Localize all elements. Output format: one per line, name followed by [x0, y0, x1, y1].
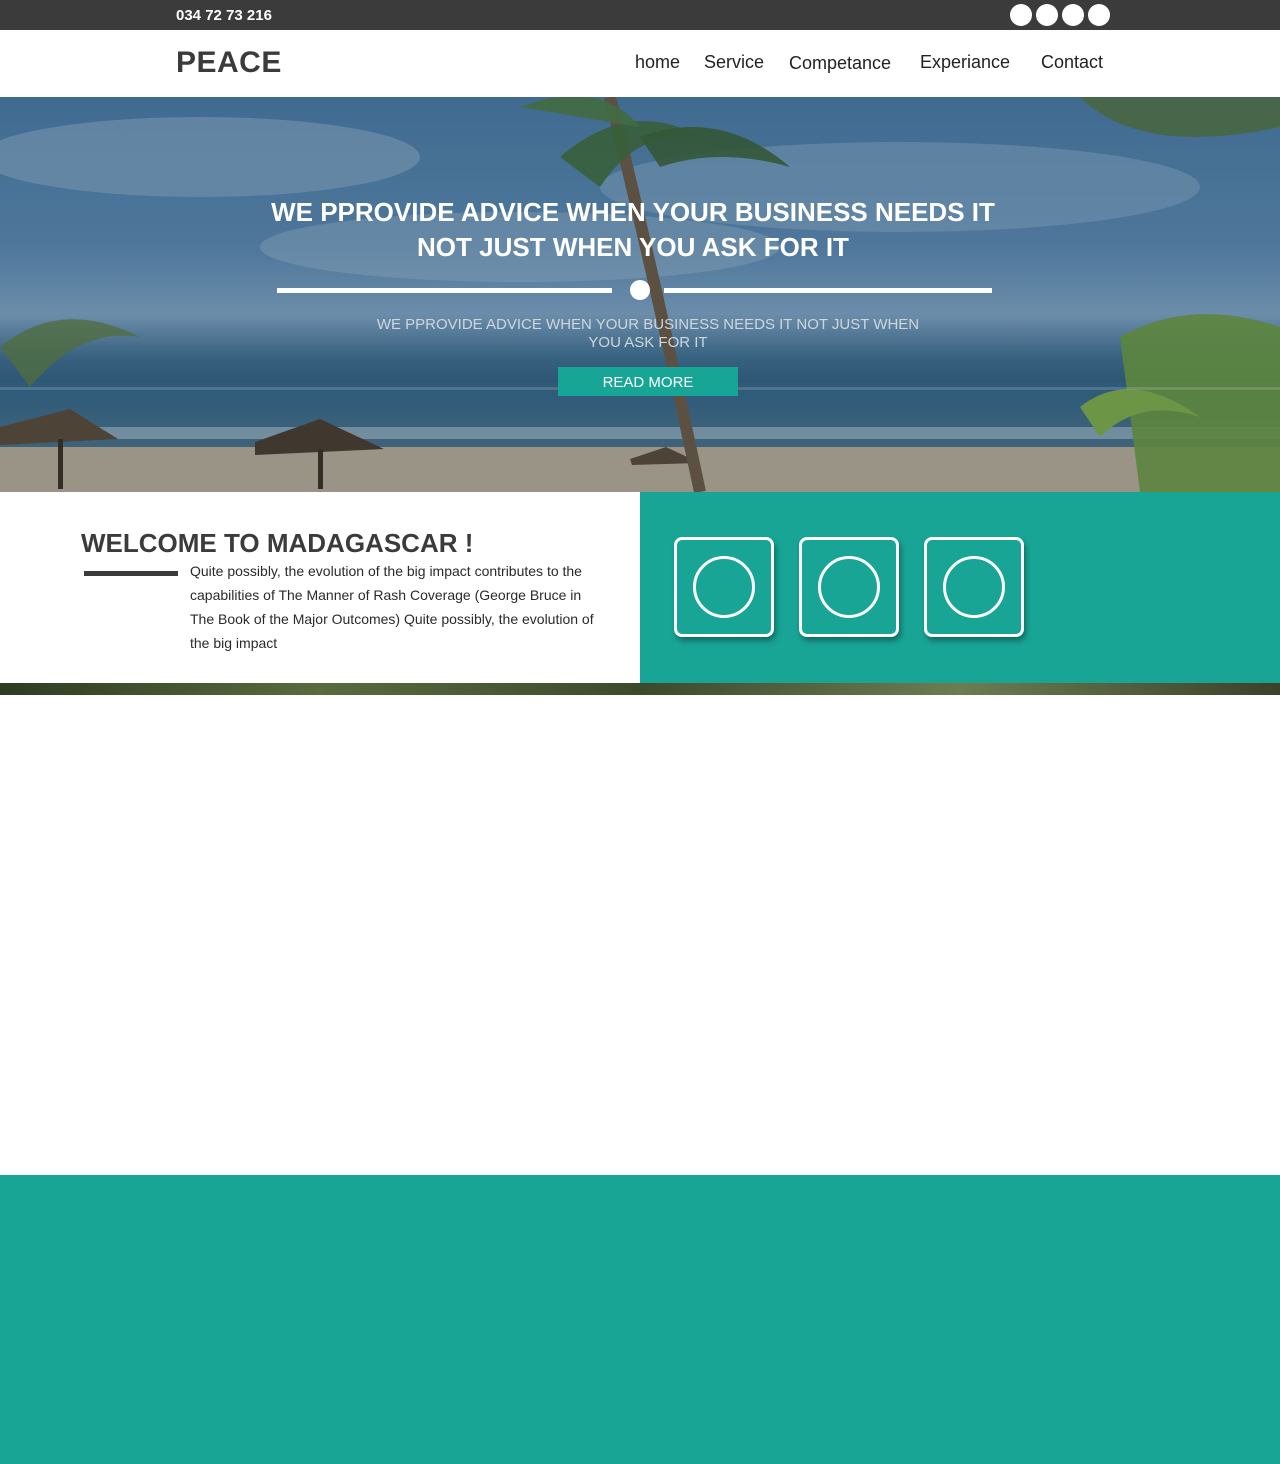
social-icon-2[interactable] [1036, 4, 1058, 26]
site-logo[interactable]: PEACE [176, 46, 282, 80]
social-icon-4[interactable] [1088, 4, 1110, 26]
circle-icon [818, 556, 880, 618]
welcome-title-underline [84, 571, 178, 576]
hero-title: WE PPROVIDE ADVICE WHEN YOUR BUSINESS NE… [240, 195, 1026, 265]
hero-divider-left [277, 288, 612, 293]
welcome-text: Quite possibly, the evolution of the big… [190, 563, 594, 651]
site-header: PEACE home Service Competance Experiance… [0, 30, 1280, 97]
read-more-button[interactable]: READ MORE [558, 367, 738, 396]
hero-title-line-1: WE PPROVIDE ADVICE WHEN YOUR BUSINESS NE… [271, 197, 995, 227]
hero-banner: WE PPROVIDE ADVICE WHEN YOUR BUSINESS NE… [0, 97, 1280, 492]
nav-experiance[interactable]: Experiance [920, 52, 1010, 73]
circle-icon [693, 556, 755, 618]
footer-section [0, 1175, 1280, 1464]
circle-icon [943, 556, 1005, 618]
nav-competance[interactable]: Competance [789, 53, 891, 74]
hero-subtitle: WE PPROVIDE ADVICE WHEN YOUR BUSINESS NE… [376, 316, 920, 351]
social-icon-1[interactable] [1010, 4, 1032, 26]
empty-content-section [0, 695, 1280, 1175]
feature-box-3[interactable] [924, 537, 1024, 637]
feature-box-1[interactable] [674, 537, 774, 637]
nav-home[interactable]: home [635, 52, 680, 73]
social-links [1010, 4, 1110, 26]
grass-image-strip [0, 683, 1280, 695]
hero-divider-right [664, 288, 992, 293]
hero-divider-dot [630, 280, 650, 300]
feature-box-2[interactable] [799, 537, 899, 637]
phone-number: 034 72 73 216 [176, 7, 272, 24]
welcome-section: WELCOME TO MADAGASCAR ! Quite possibly, … [0, 492, 640, 683]
social-icon-3[interactable] [1062, 4, 1084, 26]
hero-title-line-2: NOT JUST WHEN YOU ASK FOR IT [417, 232, 849, 262]
features-panel [640, 492, 1280, 683]
nav-contact[interactable]: Contact [1041, 52, 1103, 73]
nav-service[interactable]: Service [704, 52, 764, 73]
top-bar: 034 72 73 216 [0, 0, 1280, 30]
welcome-title: WELCOME TO MADAGASCAR ! [81, 528, 474, 558]
